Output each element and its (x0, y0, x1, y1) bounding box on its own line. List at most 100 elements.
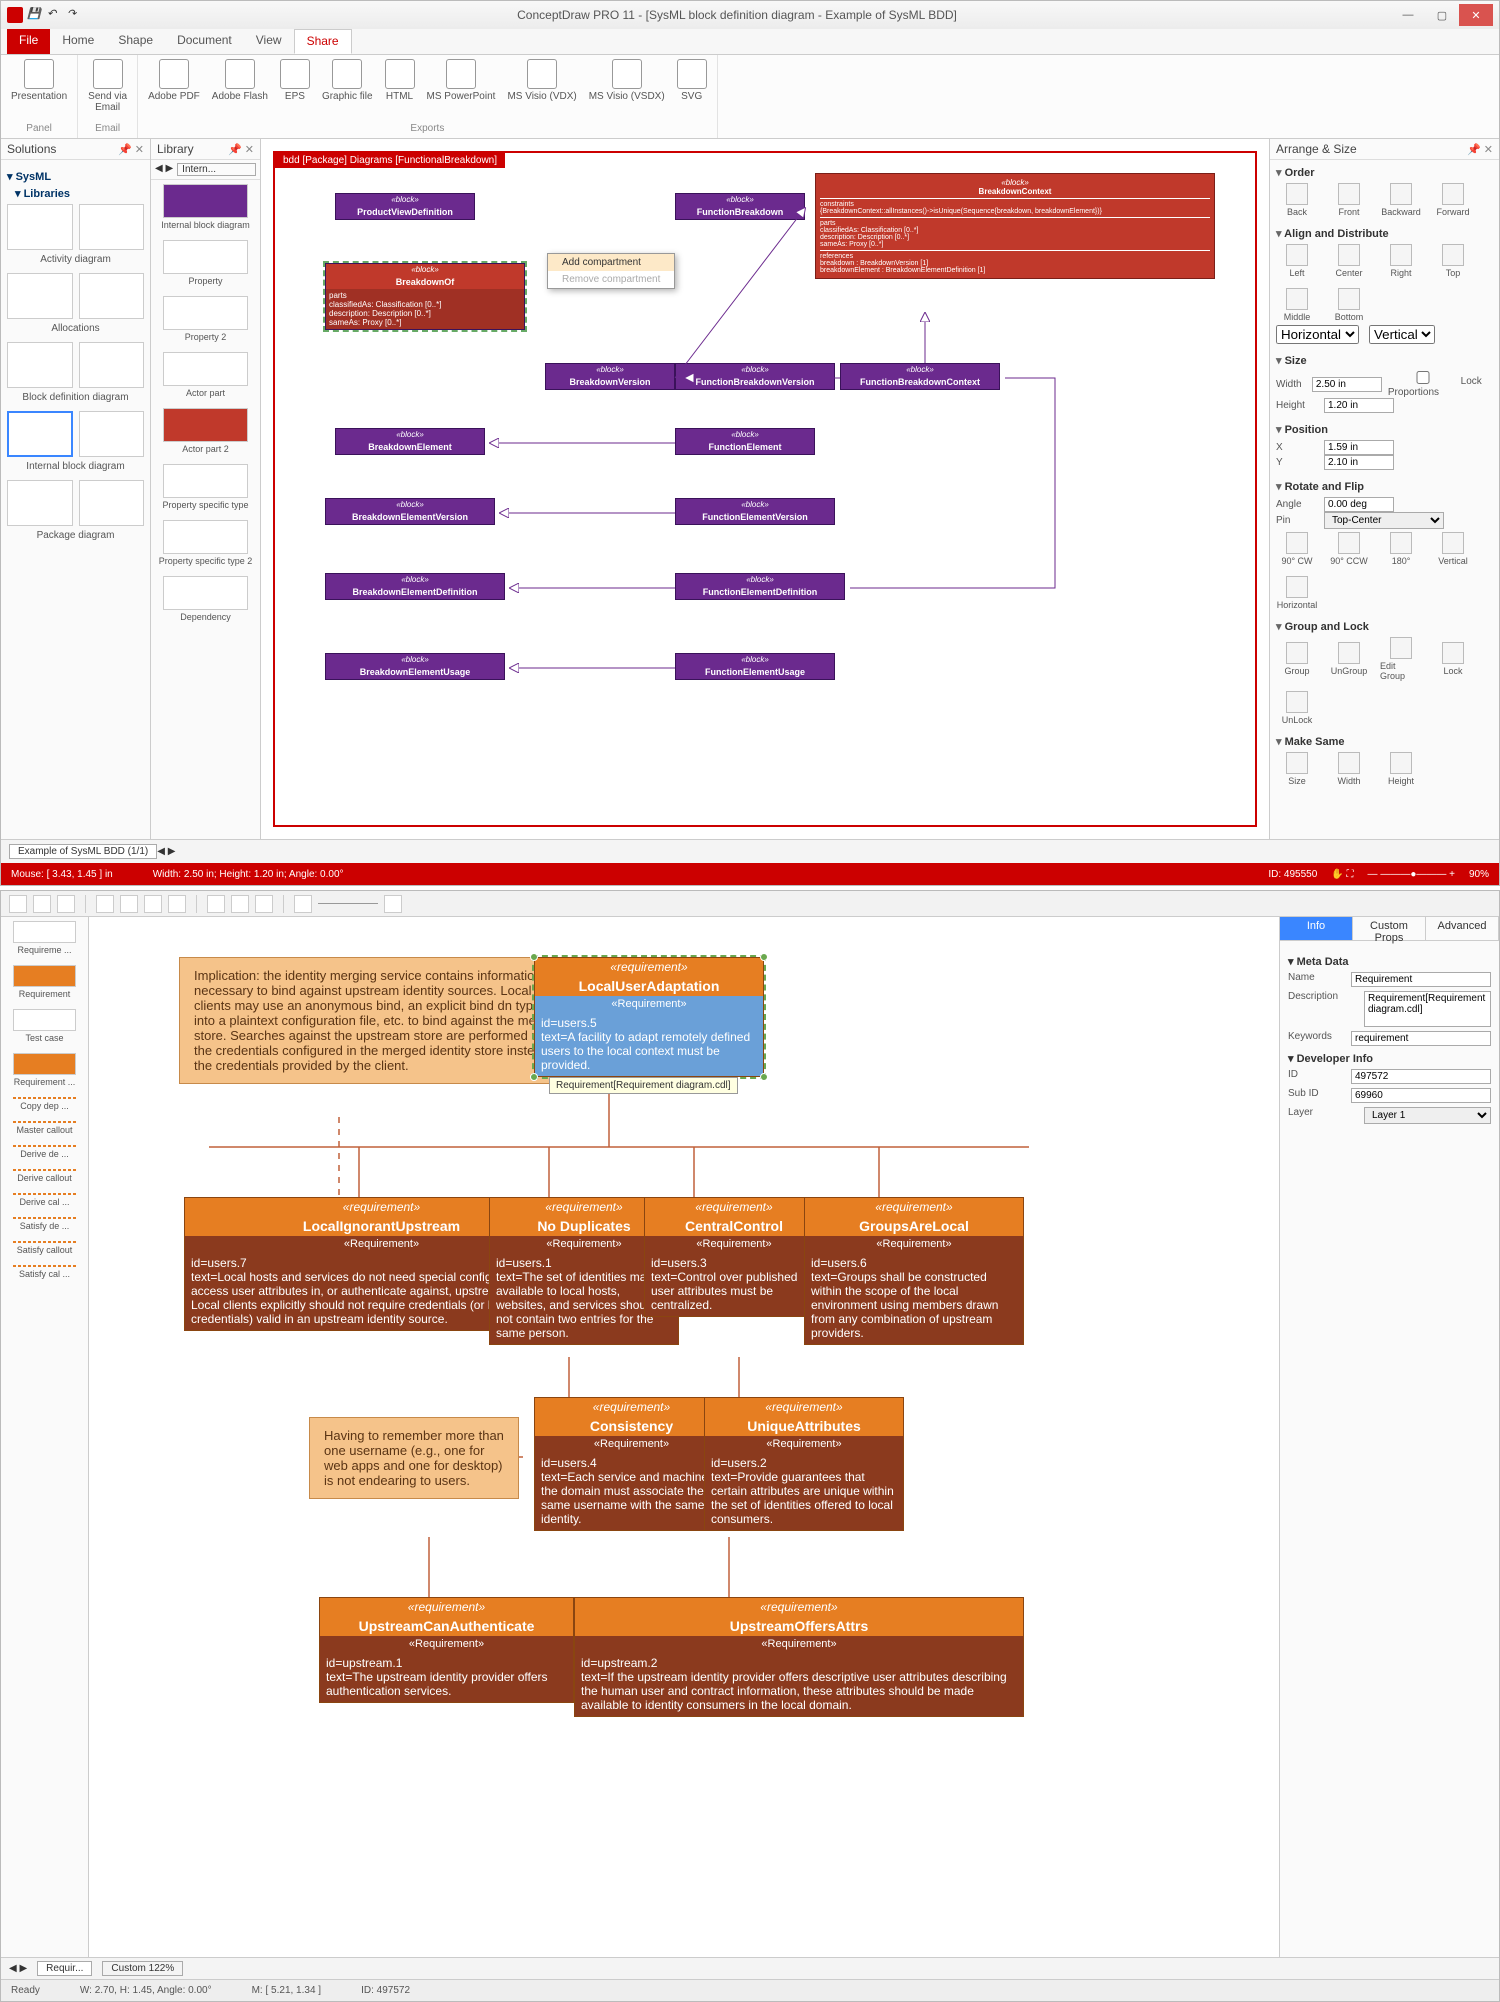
block-breakdownelementusage[interactable]: «block»BreakdownElementUsage (325, 653, 505, 680)
stencil-item[interactable]: Copy dep ... (5, 1097, 84, 1111)
text-tool-icon[interactable] (33, 895, 51, 913)
tab-file[interactable]: File (7, 29, 50, 54)
zoom-combo[interactable]: Custom 122% (102, 1961, 183, 1976)
flip-v-button[interactable]: Vertical (1432, 532, 1474, 566)
library-item[interactable]: Property specific type 2 (155, 520, 256, 566)
info-tab-info[interactable]: Info (1280, 917, 1353, 940)
tab-shape[interactable]: Shape (106, 29, 165, 54)
order-back-button[interactable]: Back (1276, 183, 1318, 217)
curve-tool-icon[interactable] (144, 895, 162, 913)
export-adobe-flash-button[interactable]: Adobe Flash (212, 59, 268, 102)
stencil-item[interactable]: Requireme ... (5, 921, 84, 955)
save-icon[interactable]: 💾 (27, 7, 43, 23)
group-button[interactable]: Group (1276, 642, 1318, 676)
lock-proportions-checkbox[interactable] (1388, 371, 1458, 384)
block-breakdownelementdefinition[interactable]: «block»BreakdownElementDefinition (325, 573, 505, 600)
library-item[interactable]: Actor part 2 (155, 408, 256, 454)
req-consistency[interactable]: «requirement»Consistency«Requirement»id=… (534, 1397, 729, 1531)
order-forward-button[interactable]: Forward (1432, 183, 1474, 217)
tab-view[interactable]: View (244, 29, 294, 54)
export-adobe-pdf-button[interactable]: Adobe PDF (148, 59, 200, 102)
block-breakdownelementversion[interactable]: «block»BreakdownElementVersion (325, 498, 495, 525)
library-item[interactable]: Internal block diagram (155, 184, 256, 230)
same-size-button[interactable]: Size (1276, 752, 1318, 786)
status-zoom[interactable]: 90% (1469, 869, 1489, 880)
req-uniqueattributes[interactable]: «requirement»UniqueAttributes«Requiremen… (704, 1397, 904, 1531)
block-breakdowncontext[interactable]: «block» BreakdownContext constraints {Br… (815, 173, 1215, 279)
menu-add-compartment[interactable]: Add compartment (548, 254, 674, 271)
meta-name-input[interactable] (1351, 972, 1491, 987)
solutions-libraries[interactable]: ▾ Libraries (15, 187, 144, 200)
pointer-tool-icon[interactable] (9, 895, 27, 913)
line-tool-icon[interactable] (120, 895, 138, 913)
requirement-canvas[interactable]: Implication: the identity merging servic… (89, 917, 1279, 1957)
pos-y-input[interactable] (1324, 455, 1394, 470)
presentation-button[interactable]: Presentation (11, 59, 67, 102)
export-ms-powerpoint-button[interactable]: MS PowerPoint (427, 59, 496, 102)
stencil-item[interactable]: Requirement (5, 965, 84, 999)
export-graphic-file-button[interactable]: Graphic file (322, 59, 373, 102)
export-eps-button[interactable]: EPS (280, 59, 310, 102)
solutions-root[interactable]: ▾ SysML (7, 170, 144, 183)
distribute-h-select[interactable]: Horizontal (1276, 325, 1359, 344)
lock-button[interactable]: Lock (1432, 642, 1474, 676)
flip-h-button[interactable]: Horizontal (1276, 576, 1318, 610)
block-breakdownof-selected[interactable]: «block»BreakdownOfparts classifiedAs: Cl… (325, 263, 525, 330)
close-button[interactable]: ✕ (1459, 4, 1493, 26)
select-tool-icon[interactable] (57, 895, 75, 913)
note-username[interactable]: Having to remember more than one usernam… (309, 1417, 519, 1499)
meta-desc-input[interactable]: Requirement[Requirement diagram.cdl] (1364, 991, 1491, 1027)
library-item[interactable]: Actor part (155, 352, 256, 398)
req-groupsarelocal[interactable]: «requirement»GroupsAreLocal«Requirement»… (804, 1197, 1024, 1345)
same-width-button[interactable]: Width (1328, 752, 1370, 786)
unlock-button[interactable]: UnLock (1276, 691, 1318, 725)
ungroup-button[interactable]: UnGroup (1328, 642, 1370, 676)
tab-document[interactable]: Document (165, 29, 244, 54)
block-functionelementversion[interactable]: «block»FunctionElementVersion (675, 498, 835, 525)
library-tab[interactable]: Intern... (177, 163, 256, 176)
block-breakdownversion[interactable]: «block»BreakdownVersion (545, 363, 675, 390)
req-upstreamoffersattrs[interactable]: «requirement»UpstreamOffersAttrs«Require… (574, 1597, 1024, 1717)
meta-keywords-input[interactable] (1351, 1031, 1491, 1046)
angle-input[interactable] (1324, 497, 1394, 512)
order-front-button[interactable]: Front (1328, 183, 1370, 217)
stencil-item[interactable]: Master callout (5, 1121, 84, 1135)
solutions-close-icon[interactable]: 📌 ✕ (118, 143, 144, 156)
tab-share[interactable]: Share (294, 29, 352, 54)
rotate-180-button[interactable]: 180° (1380, 532, 1422, 566)
copy-icon[interactable] (231, 895, 249, 913)
align-top-button[interactable]: Top (1432, 244, 1474, 278)
same-height-button[interactable]: Height (1380, 752, 1422, 786)
zoom-out-icon[interactable] (294, 895, 312, 913)
block-functionelementdefinition[interactable]: «block»FunctionElementDefinition (675, 573, 845, 600)
distribute-v-select[interactable]: Vertical (1369, 325, 1435, 344)
maximize-button[interactable]: ▢ (1425, 4, 1459, 26)
width-input[interactable] (1312, 377, 1382, 392)
stencil-item[interactable]: Derive de ... (5, 1145, 84, 1159)
library-item[interactable]: Property 2 (155, 296, 256, 342)
stencil-item[interactable]: Derive cal ... (5, 1193, 84, 1207)
zoom-in-icon[interactable] (384, 895, 402, 913)
block-functionelementusage[interactable]: «block»FunctionElementUsage (675, 653, 835, 680)
stencil-item[interactable]: Satisfy callout (5, 1241, 84, 1255)
export-ms-visio-vdx--button[interactable]: MS Visio (VDX) (507, 59, 576, 102)
send-email-button[interactable]: Send via Email (88, 59, 127, 113)
tab-home[interactable]: Home (50, 29, 106, 54)
align-left-button[interactable]: Left (1276, 244, 1318, 278)
library-item[interactable]: Property (155, 240, 256, 286)
block-functionbreakdowncontext[interactable]: «block»FunctionBreakdownContext (840, 363, 1000, 390)
document-tab[interactable]: Example of SysML BDD (1/1) (9, 844, 157, 859)
stencil-item[interactable]: Satisfy de ... (5, 1217, 84, 1231)
dev-id-input[interactable] (1351, 1069, 1491, 1084)
align-center-button[interactable]: Center (1328, 244, 1370, 278)
stencil-item[interactable]: Derive callout (5, 1169, 84, 1183)
library-close-icon[interactable]: 📌 ✕ (228, 143, 254, 156)
library-item[interactable]: Dependency (155, 576, 256, 622)
block-functionelement[interactable]: «block»FunctionElement (675, 428, 815, 455)
undo-icon[interactable]: ↶ (47, 7, 63, 23)
req-upstreamcanauthenticate[interactable]: «requirement»UpstreamCanAuthenticate«Req… (319, 1597, 574, 1703)
pencil-tool-icon[interactable] (168, 895, 186, 913)
stencil-item[interactable]: Requirement ... (5, 1053, 84, 1087)
block-productviewdefinition[interactable]: «block»ProductViewDefinition (335, 193, 475, 220)
export-ms-visio-vsdx--button[interactable]: MS Visio (VSDX) (589, 59, 665, 102)
